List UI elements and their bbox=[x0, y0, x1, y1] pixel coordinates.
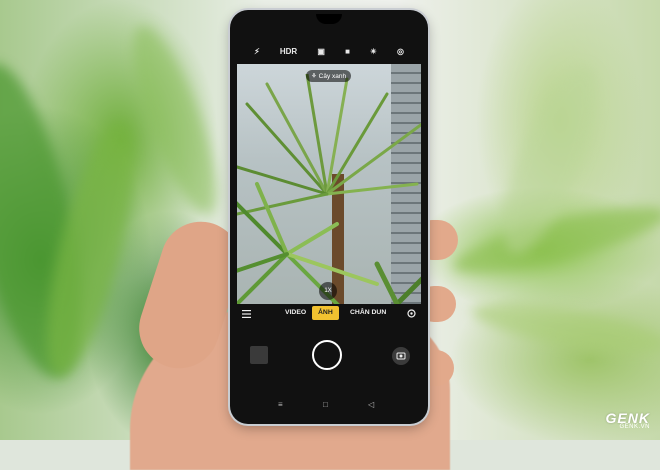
camera-top-bar: ⚡︎ HDR ▣ ■ ✴ ◎ bbox=[230, 40, 428, 62]
front-camera-notch bbox=[316, 14, 342, 24]
home-icon[interactable]: □ bbox=[323, 400, 328, 409]
viewfinder-plant bbox=[237, 74, 421, 304]
scene-tag-label: Cây xanh bbox=[318, 73, 347, 80]
mode-portrait[interactable]: CHÂN DUN bbox=[350, 306, 386, 320]
recents-icon[interactable]: ≡ bbox=[278, 400, 283, 409]
scene-detection-tag: ⚘ Cây xanh bbox=[306, 70, 352, 82]
effects-icon[interactable]: ✴ bbox=[370, 47, 377, 56]
genk-watermark: GENK GENK.VN bbox=[606, 410, 650, 430]
mode-photo[interactable]: ẢNH bbox=[312, 306, 339, 320]
camera-viewfinder[interactable]: ⚘ Cây xanh 1X bbox=[237, 64, 421, 304]
mode-video[interactable]: VIDEO bbox=[285, 306, 306, 320]
back-icon[interactable]: ◁ bbox=[368, 400, 374, 409]
more-modes-icon[interactable] bbox=[407, 309, 416, 318]
flash-icon[interactable]: ⚡︎ bbox=[254, 47, 260, 56]
background-leaf bbox=[117, 17, 233, 223]
switch-camera-icon bbox=[396, 352, 406, 360]
switch-camera-button[interactable] bbox=[392, 347, 410, 365]
ratio-icon[interactable]: ▣ bbox=[317, 47, 325, 56]
settings-icon[interactable]: ◎ bbox=[397, 47, 404, 56]
hdr-toggle[interactable]: HDR bbox=[280, 47, 297, 56]
smartphone: ⚡︎ HDR ▣ ■ ✴ ◎ ⚘ Cây xanh 1X VIDEO ẢNH C… bbox=[230, 10, 428, 424]
filter-icon[interactable]: ■ bbox=[345, 47, 350, 56]
gallery-thumbnail[interactable] bbox=[250, 346, 268, 364]
menu-icon[interactable] bbox=[242, 310, 251, 318]
leaf-icon: ⚘ bbox=[311, 73, 317, 80]
background-leaf bbox=[468, 292, 660, 364]
shutter-button[interactable] bbox=[312, 340, 342, 370]
system-navigation-bar: ≡ □ ◁ bbox=[230, 400, 428, 414]
zoom-button[interactable]: 1X bbox=[319, 282, 337, 300]
